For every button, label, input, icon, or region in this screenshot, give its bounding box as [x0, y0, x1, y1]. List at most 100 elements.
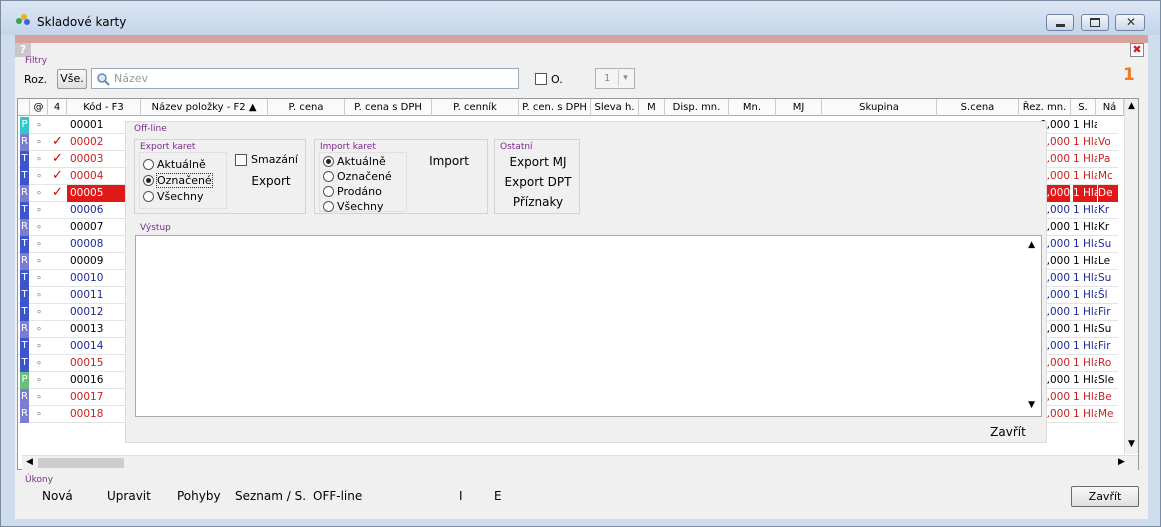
column-header[interactable]: S.cena [937, 99, 1019, 116]
main-window: Skladové karty ✕ ? ✖ Filtry Roz. Vše. Ná… [0, 0, 1161, 527]
scroll-down-icon: ▼ [1128, 439, 1135, 449]
column-header[interactable]: Mn. [729, 99, 776, 116]
row-marker-icon: ∘ [35, 289, 43, 301]
new-button[interactable]: Nová [42, 489, 73, 503]
output-scroll-up-icon: ▲ [1028, 240, 1035, 250]
e-button[interactable]: E [494, 489, 502, 503]
minimize-icon [1056, 24, 1065, 27]
row-storage: 1 Hlav [1073, 357, 1097, 369]
roz-label: Roz. [24, 73, 48, 86]
row-check-icon [48, 406, 67, 423]
window-title: Skladové karty [37, 15, 127, 29]
row-check-icon: ✓ [52, 134, 63, 149]
output-area[interactable]: ▲ ▼ [135, 235, 1042, 417]
help-button[interactable]: ? [15, 43, 31, 57]
search-icon [97, 73, 110, 86]
maximize-button[interactable] [1081, 14, 1109, 31]
row-type-badge: T [20, 270, 29, 287]
column-header[interactable]: Kód - F3 [67, 99, 141, 116]
roz-button[interactable]: Roz. [23, 71, 51, 88]
column-header[interactable]: MJ [776, 99, 822, 116]
row-storage: 1 Hlav [1073, 170, 1097, 182]
column-header[interactable]: 4 [48, 99, 67, 116]
offline-close-button[interactable]: Zavřít [978, 425, 1038, 439]
offline-panel: Off-line Export karet Aktuálně Označené … [125, 121, 1047, 443]
row-type-badge: R [20, 389, 29, 406]
row-marker-icon: ∘ [35, 221, 43, 233]
import-radio-vsechny[interactable]: Všechny [323, 200, 384, 213]
column-header[interactable] [18, 99, 30, 116]
accent-bar [15, 35, 1148, 43]
column-header[interactable]: Řez. mn. [1019, 99, 1071, 116]
row-check-icon: ✓ [52, 168, 63, 183]
column-header[interactable]: @ [30, 99, 48, 116]
export-radio-aktualne[interactable]: Aktuálně [143, 158, 206, 171]
priznaky-button[interactable]: Příznaky [495, 195, 581, 209]
scrollbar-thumb[interactable] [38, 458, 124, 468]
filters-label: Filtry [25, 56, 48, 66]
count-badge: 1 [1123, 65, 1135, 85]
row-check-icon [48, 355, 67, 372]
horizontal-scrollbar[interactable]: ◀ ▶ [22, 455, 1138, 470]
column-header[interactable]: Ná [1096, 99, 1124, 116]
column-header[interactable]: P. cenník [432, 99, 519, 116]
count-select-value: 1 [604, 73, 611, 84]
title-bar: Skladové karty ✕ [1, 1, 1160, 35]
row-storage: 1 Hlav [1073, 238, 1097, 250]
import-radio-oznacene[interactable]: Označené [323, 170, 392, 183]
column-header[interactable]: M [639, 99, 665, 116]
column-header[interactable]: P. cen. s DPH [519, 99, 591, 116]
row-marker-icon: ∘ [35, 357, 43, 369]
row-name-partial: Le [1098, 255, 1111, 267]
grid-header: @4 Kód - F3 Název položky - F2 ▲ P. cena P. … [18, 99, 1138, 116]
vse-button[interactable]: Vše. [57, 69, 87, 89]
output-scroll-down-icon: ▼ [1028, 400, 1035, 410]
i-button[interactable]: I [459, 489, 463, 503]
import-button[interactable]: Import [421, 154, 477, 168]
search-input[interactable]: Název [91, 68, 519, 89]
row-storage: 1 Hlav [1073, 119, 1097, 131]
export-mj-button[interactable]: Export MJ [495, 155, 581, 169]
smazani-checkbox[interactable] [235, 154, 247, 166]
export-button[interactable]: Export [243, 174, 299, 188]
movements-button[interactable]: Pohyby [177, 489, 221, 503]
column-header[interactable]: Název položky - F2 ▲ [141, 99, 268, 116]
vystup-label: Výstup [140, 223, 171, 233]
exit-icon[interactable]: ✖ [1130, 43, 1144, 57]
count-select[interactable]: 1 ▾ [595, 68, 635, 89]
column-header[interactable]: P. cena s DPH [345, 99, 432, 116]
row-check-icon [48, 287, 67, 304]
o-checkbox[interactable] [535, 73, 547, 85]
minimize-button[interactable] [1046, 14, 1074, 31]
row-marker-icon: ∘ [35, 323, 43, 335]
o-label: O. [551, 73, 563, 86]
import-radio-prodano[interactable]: Prodáno [323, 185, 382, 198]
row-marker-icon: ∘ [35, 136, 43, 148]
export-dpt-button[interactable]: Export DPT [495, 175, 581, 189]
row-name-partial: Sle [1098, 374, 1115, 386]
column-header[interactable]: Disp. mn. [665, 99, 729, 116]
column-header[interactable]: Sleva h. [591, 99, 639, 116]
import-group: Import karet Aktuálně Označené Prodáno V… [314, 139, 488, 214]
export-radio-vsechny[interactable]: Všechny [143, 190, 204, 203]
row-check-icon [48, 338, 67, 355]
offline-button[interactable]: OFF-line [313, 489, 362, 503]
row-check-icon [48, 236, 67, 253]
column-header[interactable]: P. cena [268, 99, 345, 116]
close-button[interactable]: Zavřít [1071, 486, 1139, 507]
row-marker-icon: ∘ [35, 119, 43, 131]
import-radio-aktualne[interactable]: Aktuálně [323, 155, 386, 168]
edit-button[interactable]: Upravit [107, 489, 151, 503]
column-header[interactable]: Skupina [822, 99, 937, 116]
row-name-partial: Su [1098, 238, 1112, 250]
export-radio-oznacene[interactable]: Označené [143, 173, 213, 188]
window-close-button[interactable]: ✕ [1115, 14, 1145, 31]
export-group: Export karet Aktuálně Označené Všechny S… [134, 139, 306, 214]
import-radio-oznacene-label: Označené [337, 170, 392, 183]
row-type-badge: R [20, 406, 29, 423]
vertical-scrollbar[interactable]: ▲ ▼ [1124, 99, 1138, 454]
row-check-icon [48, 219, 67, 236]
list-button[interactable]: Seznam / S. [235, 489, 306, 503]
row-marker-icon: ∘ [35, 408, 43, 420]
column-header[interactable]: S. [1071, 99, 1096, 116]
